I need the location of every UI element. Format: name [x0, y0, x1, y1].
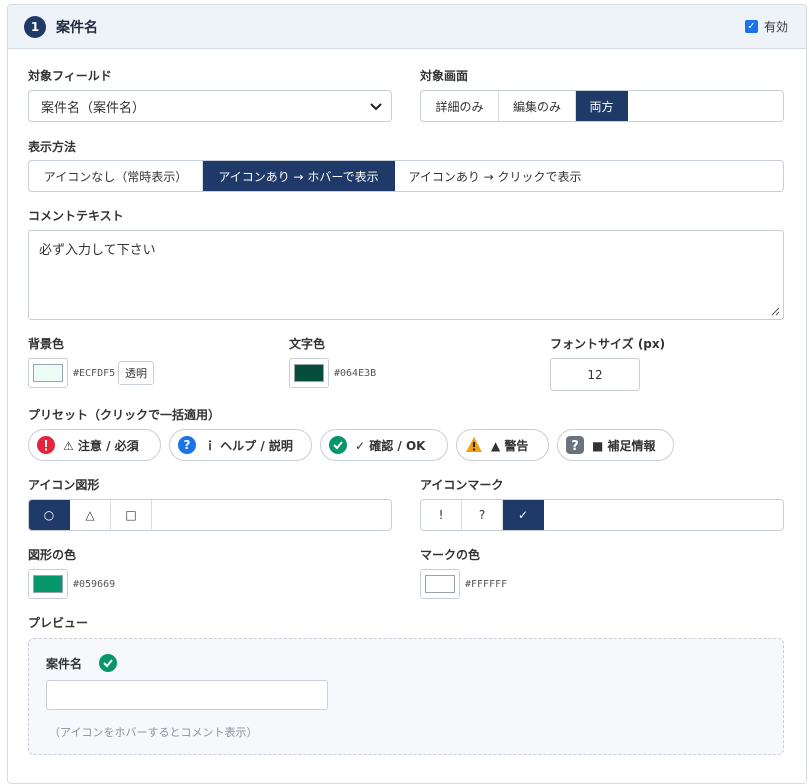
check-circle-icon [329, 436, 347, 454]
bg-color-hex: #ECFDF5 [73, 368, 116, 379]
mark-color-picker[interactable] [420, 569, 460, 599]
svg-text:?: ? [184, 438, 191, 452]
card-header: 1 案件名 ✓ 有効 [8, 5, 806, 49]
enabled-label: 有効 [763, 20, 788, 34]
transparent-button[interactable]: 透明 [118, 361, 154, 385]
mark-color-label: マークの色 [420, 548, 481, 562]
check-circle-icon[interactable] [99, 654, 117, 672]
resize-handle-icon[interactable] [770, 306, 780, 316]
comment-text-value: 必ず入力して下さい [39, 243, 156, 258]
preview-label: プレビュー [28, 616, 89, 630]
mark-check-button[interactable]: ✓ [503, 500, 544, 530]
icon-mark-label: アイコンマーク [420, 478, 504, 492]
icon-shape-segmented: ○ △ □ [28, 499, 392, 531]
chevron-down-icon [370, 103, 382, 111]
enabled-toggle[interactable]: ✓ 有効 [744, 18, 788, 35]
display-method-hover-button[interactable]: アイコンあり → ホバーで表示 [203, 161, 395, 191]
step-number-badge: 1 [24, 15, 46, 38]
icon-shape-label: アイコン図形 [28, 478, 100, 492]
target-field-select[interactable]: 案件名（案件名） [28, 90, 392, 122]
presets-label: プリセット（クリックで一括適用） [28, 408, 221, 422]
shape-triangle-button[interactable]: △ [70, 500, 111, 530]
comment-textarea[interactable]: 必ず入力して下さい [28, 230, 784, 320]
preset-info-button[interactable]: ? ■ 補足情報 [557, 429, 674, 461]
target-screen-segmented: 詳細のみ 編集のみ 両方 [420, 90, 784, 122]
mark-exclamation-button[interactable]: ! [421, 500, 462, 530]
preset-caution-label: ⚠ 注意 / 必須 [63, 438, 139, 453]
preset-confirm-button[interactable]: ✓ 確認 / OK [320, 429, 448, 461]
shape-circle-button[interactable]: ○ [29, 500, 70, 530]
preset-info-label: ■ 補足情報 [592, 438, 656, 453]
target-screen-detail-button[interactable]: 詳細のみ [421, 91, 499, 121]
preview-field-label: 案件名 [46, 657, 83, 671]
display-method-always-button[interactable]: アイコンなし（常時表示） [29, 161, 203, 191]
bg-color-label: 背景色 [28, 337, 65, 351]
font-size-input[interactable]: 12 [550, 358, 640, 391]
text-color-hex: #064E3B [334, 368, 377, 379]
target-field-label: 対象フィールド [28, 69, 112, 83]
mark-question-button[interactable]: ? [462, 500, 503, 530]
shape-color-hex: #059669 [73, 579, 116, 590]
display-method-segmented: アイコンなし（常時表示） アイコンあり → ホバーで表示 アイコンあり → クリ… [28, 160, 784, 192]
warning-triangle-icon [466, 437, 482, 452]
card-title: 案件名 [56, 19, 98, 36]
target-field-value: 案件名（案件名） [41, 100, 146, 116]
target-screen-both-button[interactable]: 両方 [576, 91, 628, 121]
preset-warning-button[interactable]: ▲ 警告 [456, 429, 549, 461]
shape-color-label: 図形の色 [28, 548, 77, 562]
comment-text-label: コメントテキスト [28, 209, 124, 223]
enabled-checkbox[interactable]: ✓ [744, 20, 758, 33]
preset-caution-button[interactable]: ⚠ 注意 / 必須 [28, 429, 161, 461]
shape-square-button[interactable]: □ [111, 500, 152, 530]
question-square-icon: ? [566, 436, 584, 454]
preview-input[interactable] [46, 680, 328, 710]
exclamation-circle-icon [37, 436, 55, 454]
bg-color-swatch [33, 364, 63, 382]
text-color-label: 文字色 [289, 337, 326, 351]
preview-panel: 案件名 （アイコンをホバーするとコメント表示） [28, 638, 784, 755]
text-color-swatch [294, 364, 324, 382]
bg-color-picker[interactable] [28, 358, 68, 388]
shape-color-swatch [33, 575, 63, 593]
target-screen-label: 対象画面 [420, 69, 469, 83]
preset-confirm-label: ✓ 確認 / OK [355, 438, 426, 453]
preset-help-button[interactable]: ? ｉ ヘルプ / 説明 [169, 429, 312, 461]
target-screen-edit-button[interactable]: 編集のみ [499, 91, 576, 121]
question-circle-icon: ? [178, 436, 196, 454]
display-method-click-button[interactable]: アイコンあり → クリックで表示 [395, 161, 595, 191]
font-size-label: フォントサイズ (px) [550, 337, 666, 351]
display-method-label: 表示方法 [28, 140, 77, 154]
preset-warning-label: ▲ 警告 [491, 438, 529, 453]
shape-color-picker[interactable] [28, 569, 68, 599]
preset-help-label: ｉ ヘルプ / 説明 [204, 438, 293, 453]
icon-mark-segmented: ! ? ✓ [420, 499, 784, 531]
svg-text:?: ? [571, 439, 579, 454]
preview-hint: （アイコンをホバーするとコメント表示） [49, 726, 258, 739]
text-color-picker[interactable] [289, 358, 329, 388]
mark-color-hex: #FFFFFF [465, 579, 508, 590]
mark-color-swatch [425, 575, 455, 593]
